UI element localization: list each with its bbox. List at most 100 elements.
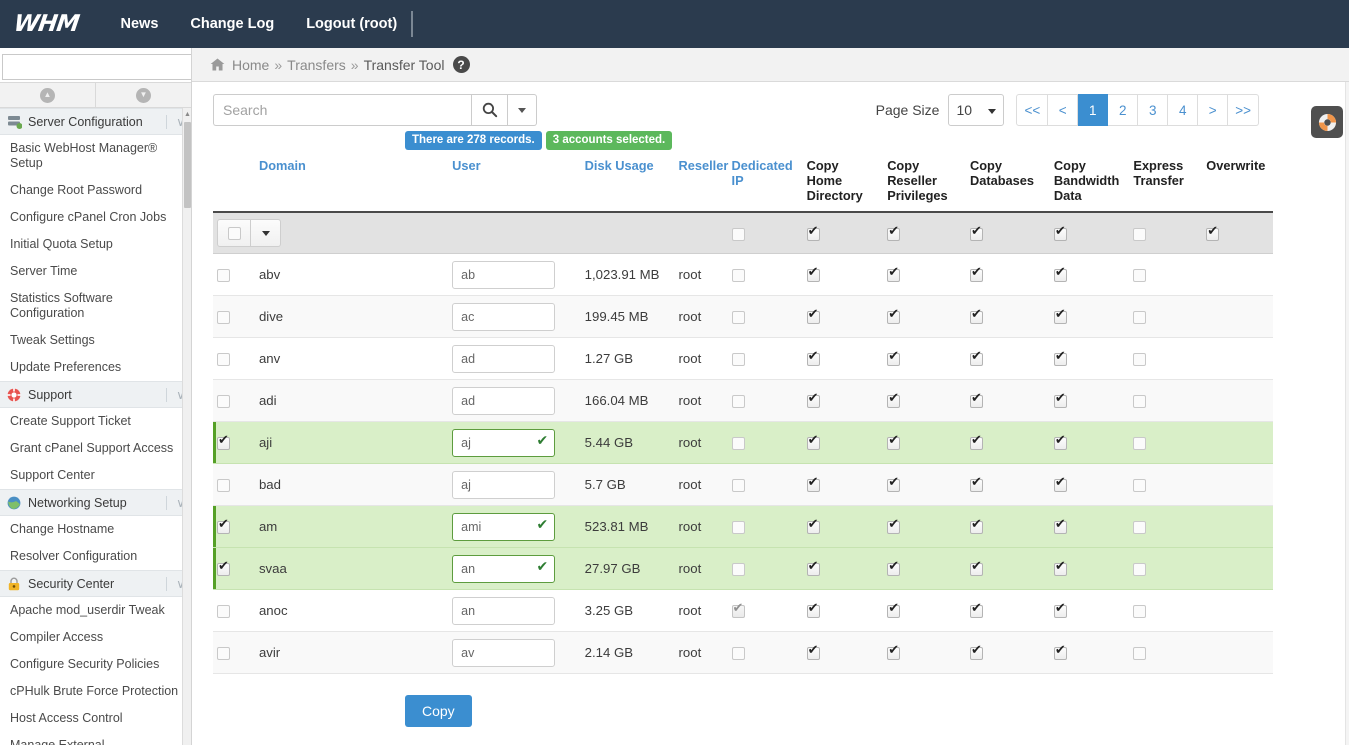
scroll-up-arrow-icon[interactable]: ▲ [183, 108, 191, 121]
row-copy-databases-checkbox[interactable] [970, 644, 983, 660]
sidebar-item-configure-security-policies[interactable]: Configure Security Policies [0, 651, 191, 678]
row-select-checkbox[interactable] [217, 479, 230, 492]
row-express-transfer-checkbox[interactable] [1133, 353, 1147, 366]
row-copy-bandwidth-checkbox[interactable] [1053, 350, 1067, 366]
row-copy-databases-checkbox[interactable] [970, 518, 983, 534]
sidebar-item-resolver-configuration[interactable]: Resolver Configuration [0, 543, 191, 570]
username-input[interactable] [452, 470, 556, 499]
row-copy-bandwidth-checkbox[interactable] [1053, 308, 1067, 324]
row-select-checkbox[interactable] [217, 353, 230, 366]
row-select-checkbox[interactable] [217, 395, 230, 408]
sidebar-search-input[interactable] [2, 54, 191, 80]
row-copy-databases-checkbox[interactable] [970, 476, 983, 492]
sidebar-scroll-thumb[interactable] [184, 122, 191, 208]
sidebar-item-basic-webhost-manager-setup[interactable]: Basic WebHost Manager® Setup [0, 135, 191, 177]
row-select-checkbox[interactable] [217, 518, 230, 534]
row-dedicated-ip-checkbox[interactable] [731, 311, 745, 324]
row-copy-databases-checkbox[interactable] [970, 560, 983, 576]
nav-item-logout[interactable]: Logout (root) [290, 0, 413, 48]
row-copy-home-checkbox[interactable] [806, 560, 820, 576]
sidebar-item-apache-mod-userdir-tweak[interactable]: Apache mod_userdir Tweak [0, 597, 191, 624]
row-express-transfer-checkbox[interactable] [1133, 605, 1147, 618]
row-select-checkbox[interactable] [217, 605, 230, 618]
row-express-transfer-checkbox[interactable] [1133, 269, 1147, 282]
row-dedicated-ip-checkbox[interactable] [731, 269, 745, 282]
page-button-3[interactable]: 3 [1138, 94, 1169, 126]
row-copy-databases-checkbox[interactable] [970, 434, 983, 450]
row-copy-home-checkbox[interactable] [806, 392, 820, 408]
row-copy-reseller-checkbox[interactable] [887, 350, 901, 366]
username-input[interactable] [452, 260, 556, 289]
row-copy-home-checkbox[interactable] [806, 308, 820, 324]
row-copy-bandwidth-checkbox[interactable] [1053, 602, 1067, 618]
row-copy-bandwidth-checkbox[interactable] [1053, 644, 1067, 660]
sidebar-group-networking-setup[interactable]: Networking Setup ∨ [0, 489, 191, 516]
sidebar-item-statistics-software-configuration[interactable]: Statistics Software Configuration [0, 285, 191, 327]
column-header-user[interactable]: User [448, 154, 581, 213]
row-express-transfer-checkbox[interactable] [1133, 395, 1147, 408]
table-row[interactable]: bad 5.7 GBroot [213, 463, 1273, 506]
nav-item-change-log[interactable]: Change Log [174, 0, 290, 48]
row-dedicated-ip-checkbox[interactable] [731, 521, 745, 534]
sidebar-item-initial-quota-setup[interactable]: Initial Quota Setup [0, 231, 191, 258]
sidebar-item-grant-cpanel-support-access[interactable]: Grant cPanel Support Access [0, 435, 191, 462]
table-row[interactable]: dive 199.45 MBroot [213, 295, 1273, 338]
row-copy-home-checkbox[interactable] [806, 266, 820, 282]
row-copy-databases-checkbox[interactable] [970, 602, 983, 618]
row-dedicated-ip-checkbox[interactable] [731, 353, 745, 366]
sidebar-item-manage-external-authentications[interactable]: Manage External Authentications [0, 732, 191, 745]
sidebar-item-cphulk-brute-force-protection[interactable]: cPHulk Brute Force Protection [0, 678, 191, 705]
table-row[interactable]: abv 1,023.91 MBroot [213, 253, 1273, 296]
row-dedicated-ip-checkbox[interactable] [731, 437, 745, 450]
row-express-transfer-checkbox[interactable] [1133, 479, 1147, 492]
table-row[interactable]: svaa ✔ 27.97 GBroot [213, 547, 1273, 590]
sidebar-item-tweak-settings[interactable]: Tweak Settings [0, 327, 191, 354]
expand-all-button[interactable]: ▼ [96, 83, 191, 107]
row-copy-bandwidth-checkbox[interactable] [1053, 434, 1067, 450]
bulk-overwrite-checkbox[interactable] [1206, 225, 1220, 241]
row-select-checkbox[interactable] [217, 560, 230, 576]
row-select-checkbox[interactable] [217, 311, 230, 324]
row-copy-home-checkbox[interactable] [806, 518, 820, 534]
select-all-button[interactable] [217, 219, 251, 247]
column-header-reseller[interactable]: Reseller [674, 154, 728, 213]
page-button-4[interactable]: 4 [1168, 94, 1199, 126]
username-input[interactable] [452, 302, 556, 331]
table-row[interactable]: anoc 3.25 GBroot [213, 589, 1273, 632]
row-select-checkbox[interactable] [217, 269, 230, 282]
username-input[interactable] [452, 386, 556, 415]
bulk-copy-databases-checkbox[interactable] [970, 225, 983, 241]
row-select-checkbox[interactable] [217, 647, 230, 660]
row-dedicated-ip-checkbox[interactable] [731, 395, 745, 408]
row-copy-reseller-checkbox[interactable] [887, 434, 901, 450]
row-copy-home-checkbox[interactable] [806, 602, 820, 618]
row-dedicated-ip-checkbox[interactable] [731, 647, 745, 660]
copy-button[interactable]: Copy [405, 695, 472, 727]
search-options-dropdown[interactable] [508, 94, 537, 126]
page-button-prevprev[interactable]: << [1016, 94, 1049, 126]
column-header-disk-usage[interactable]: Disk Usage [580, 154, 675, 213]
row-copy-reseller-checkbox[interactable] [887, 476, 901, 492]
page-size-select[interactable]: 10 [948, 94, 1005, 126]
row-copy-bandwidth-checkbox[interactable] [1053, 518, 1067, 534]
row-dedicated-ip-checkbox[interactable] [731, 479, 745, 492]
sidebar-item-create-support-ticket[interactable]: Create Support Ticket [0, 408, 191, 435]
row-copy-home-checkbox[interactable] [806, 434, 820, 450]
row-copy-databases-checkbox[interactable] [970, 308, 983, 324]
username-input[interactable] [452, 344, 556, 373]
sidebar-scrollbar[interactable]: ▲ ▼ [182, 108, 191, 745]
page-button-nextnext[interactable]: >> [1228, 94, 1259, 126]
table-row[interactable]: avir 2.14 GBroot [213, 631, 1273, 674]
username-input[interactable] [452, 638, 556, 667]
support-float-button[interactable] [1311, 106, 1343, 138]
bulk-dedicated-ip-checkbox[interactable] [731, 227, 745, 241]
row-express-transfer-checkbox[interactable] [1133, 437, 1147, 450]
page-button-prev[interactable]: < [1048, 94, 1079, 126]
column-header-dedicated-ip[interactable]: Dedicated IP [727, 154, 803, 213]
row-copy-home-checkbox[interactable] [806, 350, 820, 366]
page-button-1[interactable]: 1 [1078, 94, 1109, 126]
row-copy-reseller-checkbox[interactable] [887, 392, 901, 408]
row-copy-bandwidth-checkbox[interactable] [1053, 392, 1067, 408]
bulk-copy-reseller-checkbox[interactable] [887, 225, 901, 241]
row-copy-bandwidth-checkbox[interactable] [1053, 476, 1067, 492]
